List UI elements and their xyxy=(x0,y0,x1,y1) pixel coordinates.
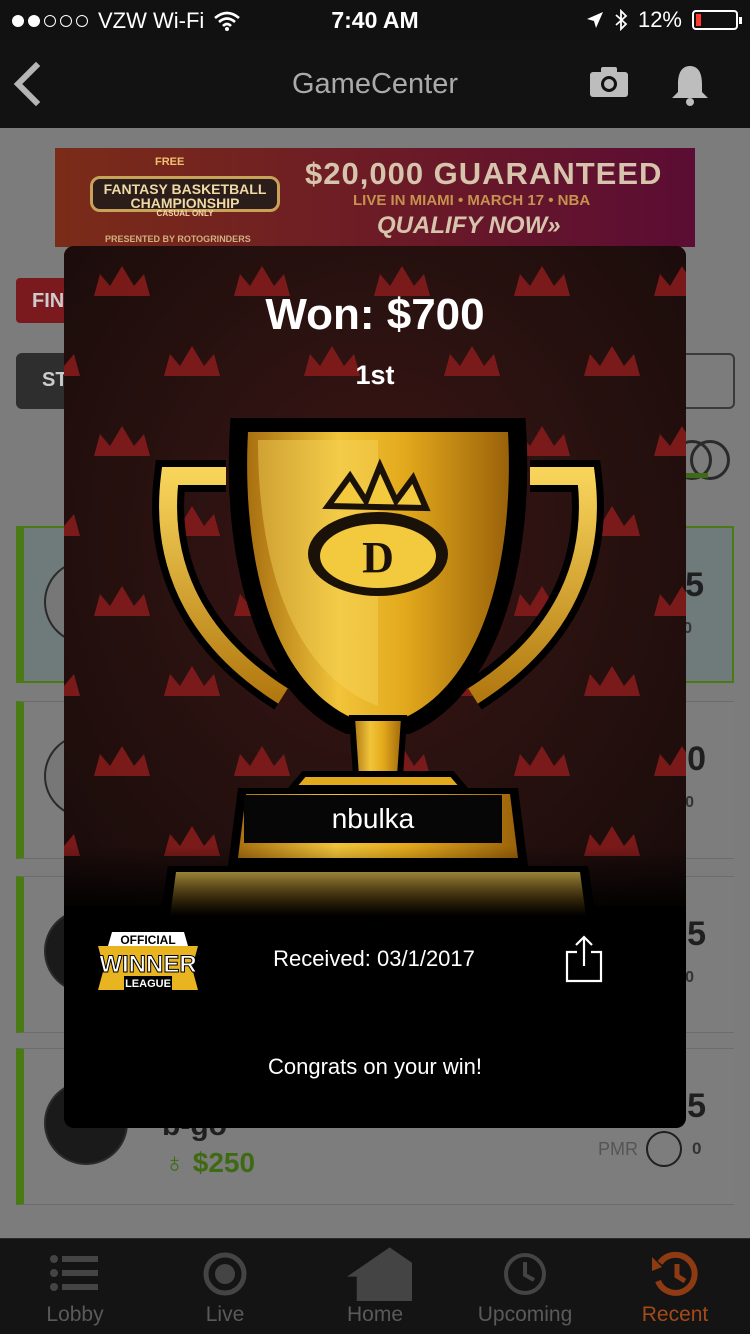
home-icon xyxy=(347,1247,412,1301)
tab-label: Home xyxy=(346,1303,404,1326)
ad-logo-line2: CHAMPIONSHIP xyxy=(130,195,240,211)
ad-free-label: FREE xyxy=(155,156,185,168)
share-button[interactable] xyxy=(564,934,604,984)
congrats-message: Congrats on your win! xyxy=(268,1054,482,1079)
ad-logo-line1: FANTASY BASKETBALL xyxy=(103,181,267,197)
svg-text:D: D xyxy=(362,533,394,582)
trophy-modal[interactable]: Won: $700 1st D nbulka OFFICIAL WINNER L… xyxy=(64,246,686,1128)
battery-percent: 12% xyxy=(637,7,682,32)
history-icon xyxy=(652,1251,698,1296)
ad-logo: FANTASY BASKETBALL CHAMPIONSHIP CASUAL O… xyxy=(90,176,280,218)
tab-label: Recent xyxy=(641,1303,709,1326)
tab-recent[interactable]: Recent xyxy=(600,1239,750,1334)
navigation-bar: GameCenter xyxy=(0,40,750,128)
prize-amount: ♁ $250 xyxy=(164,1147,255,1179)
ad-subline: LIVE IN MIAMI • MARCH 17 • NBA xyxy=(353,192,591,209)
tab-label: Upcoming xyxy=(477,1303,573,1326)
winner-username: nbulka xyxy=(244,795,502,843)
money-bag-icon: ♁ xyxy=(164,1147,193,1178)
badge-line2: WINNER xyxy=(99,951,196,978)
crown-icon xyxy=(64,514,80,536)
tab-live[interactable]: Live xyxy=(150,1239,300,1334)
ad-logo-line3: CASUAL ONLY xyxy=(156,209,214,218)
ad-banner[interactable]: FREE FANTASY BASKETBALL CHAMPIONSHIP CAS… xyxy=(55,148,695,247)
pmr-label: PMR xyxy=(598,1139,638,1159)
toggle-indicator xyxy=(686,473,708,478)
bell-icon xyxy=(672,66,708,106)
card-sub: 0 xyxy=(685,794,694,811)
modal-fade xyxy=(64,846,686,916)
camera-icon xyxy=(590,67,628,97)
ad-headline: $20,000 GUARANTEED xyxy=(305,156,663,191)
notifications-button[interactable] xyxy=(668,62,712,106)
finish-place: 1st xyxy=(355,360,395,390)
clock-icon xyxy=(504,1253,546,1295)
pmr-value: 0 xyxy=(692,1139,702,1158)
tab-label: Lobby xyxy=(46,1303,104,1326)
battery-icon xyxy=(692,10,742,30)
won-amount: Won: $700 xyxy=(265,290,485,339)
crown-icon xyxy=(654,746,686,776)
crown-icon xyxy=(654,586,686,616)
tab-home[interactable]: Home xyxy=(300,1239,450,1334)
badge-line3: LEAGUE xyxy=(125,978,171,990)
prize-amount-value: $250 xyxy=(192,1147,256,1178)
pmr-ring xyxy=(646,1131,682,1167)
card-sub: 0 xyxy=(685,969,694,986)
status-bar: VZW Wi-Fi 7:40 AM 12% xyxy=(0,0,750,40)
crown-icon xyxy=(654,426,686,456)
tab-lobby[interactable]: Lobby xyxy=(0,1239,150,1334)
badge-line1: OFFICIAL xyxy=(120,933,175,947)
received-date: Received: 03/1/2017 xyxy=(273,946,475,971)
share-icon xyxy=(565,935,603,983)
tab-bar: Lobby Live Home Upcoming Recent xyxy=(0,1238,750,1334)
tab-upcoming[interactable]: Upcoming xyxy=(450,1239,600,1334)
official-winner-league-badge: OFFICIAL WINNER LEAGUE xyxy=(98,932,198,990)
camera-button[interactable] xyxy=(589,66,629,98)
ad-presented-by: PRESENTED BY ROTOGRINDERS xyxy=(105,234,251,244)
page-title: GameCenter xyxy=(291,68,458,100)
location-arrow-icon xyxy=(586,12,603,28)
target-icon xyxy=(203,1252,247,1296)
list-icon xyxy=(50,1255,98,1291)
bluetooth-icon xyxy=(615,9,628,31)
crown-icon xyxy=(64,674,80,696)
ad-cta: QUALIFY NOW» xyxy=(377,212,561,239)
search-box[interactable] xyxy=(680,353,735,409)
tab-label: Live xyxy=(205,1303,245,1326)
status-right: 12% xyxy=(586,7,742,33)
